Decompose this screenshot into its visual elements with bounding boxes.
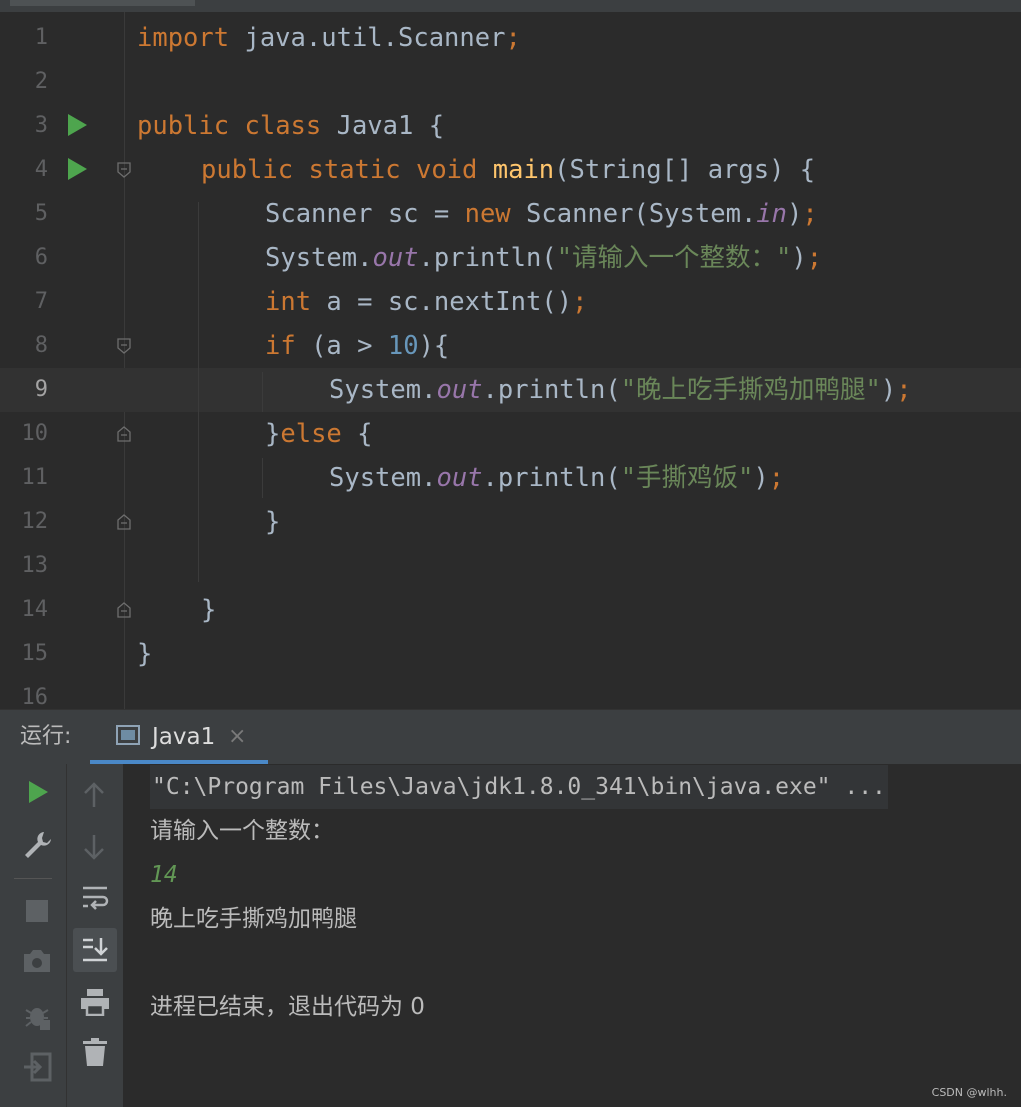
line-number: 13: [21, 553, 49, 578]
fold-close-icon[interactable]: [116, 426, 132, 442]
code-line[interactable]: 6 System.out.println("请输入一个整数：");: [0, 236, 1021, 280]
run-tab-java1[interactable]: Java1 ×: [90, 710, 268, 764]
fold-close-icon[interactable]: [116, 602, 132, 618]
code-text: Scanner sc = new Scanner(System.in);: [265, 199, 818, 229]
arrow-down-icon[interactable]: [83, 834, 105, 860]
code-line[interactable]: 12 }: [0, 500, 1021, 544]
line-number: 10: [21, 421, 49, 446]
camera-icon[interactable]: [22, 948, 52, 974]
code-line[interactable]: 15 }: [0, 632, 1021, 676]
editor-tab-bar: [0, 0, 1021, 12]
console-command-line: "C:\Program Files\Java\jdk1.8.0_341\bin\…: [150, 765, 888, 809]
line-number: 6: [34, 245, 48, 270]
console-icon: [116, 725, 140, 745]
code-line[interactable]: 8 if (a > 10){: [0, 324, 1021, 368]
fold-open-icon[interactable]: [116, 338, 132, 354]
line-number: 7: [34, 289, 48, 314]
line-number: 8: [34, 333, 48, 358]
console-exit-line: 进程已结束，退出代码为 0: [150, 994, 425, 1020]
line-number: 2: [34, 69, 48, 94]
scroll-to-end-icon: [83, 938, 108, 962]
soft-wrap-icon[interactable]: [81, 884, 109, 912]
scroll-to-end-button[interactable]: [73, 928, 117, 972]
toolbar-separator: [14, 878, 52, 879]
code-line[interactable]: 3 public class Java1 {: [0, 104, 1021, 148]
code-text: if (a > 10){: [265, 331, 450, 361]
line-number: 12: [21, 509, 49, 534]
run-panel-label: 运行:: [20, 724, 72, 749]
fold-close-icon[interactable]: [116, 514, 132, 530]
code-line[interactable]: 16: [0, 676, 1021, 709]
code-text: int a = sc.nextInt();: [265, 287, 588, 317]
code-line[interactable]: 10 }else {: [0, 412, 1021, 456]
code-text: }: [201, 595, 217, 625]
code-text: System.out.println("手撕鸡饭");: [329, 463, 785, 493]
code-text: import java.util.Scanner;: [137, 23, 521, 53]
code-line-current[interactable]: 9 System.out.println("晚上吃手撕鸡加鸭腿");: [0, 368, 1021, 412]
line-number: 9: [34, 377, 48, 402]
run-console-output[interactable]: "C:\Program Files\Java\jdk1.8.0_341\bin\…: [124, 764, 1021, 1107]
code-line[interactable]: 7 int a = sc.nextInt();: [0, 280, 1021, 324]
code-line[interactable]: 2: [0, 60, 1021, 104]
stop-icon[interactable]: [26, 900, 48, 922]
code-line[interactable]: 13: [0, 544, 1021, 588]
code-text: }else {: [265, 419, 373, 449]
code-line[interactable]: 5 Scanner sc = new Scanner(System.in);: [0, 192, 1021, 236]
watermark: CSDN @wlhh.: [931, 1086, 1007, 1099]
fold-open-icon[interactable]: [116, 162, 132, 178]
debug-icon[interactable]: [22, 1000, 54, 1032]
code-line[interactable]: 14 }: [0, 588, 1021, 632]
code-text: public static void main(String[] args) {: [201, 155, 816, 185]
line-number: 15: [21, 641, 49, 666]
console-line: 请输入一个整数：: [150, 818, 334, 844]
arrow-up-icon[interactable]: [83, 782, 105, 808]
line-number: 3: [34, 113, 48, 138]
line-number: 14: [21, 597, 49, 622]
trash-icon[interactable]: [83, 1038, 107, 1066]
wrench-icon[interactable]: [22, 830, 52, 860]
close-icon[interactable]: ×: [228, 710, 246, 764]
run-toolbar-primary: [0, 764, 67, 1107]
run-gutter-icon[interactable]: [68, 158, 87, 180]
line-number: 4: [34, 157, 48, 182]
line-number: 5: [34, 201, 48, 226]
code-text: }: [265, 507, 281, 537]
code-text: System.out.println("请输入一个整数：");: [265, 243, 823, 273]
run-toolbar-secondary: [67, 764, 124, 1107]
restore-layout-icon[interactable]: [22, 1052, 52, 1082]
line-number: 11: [21, 465, 49, 490]
code-line[interactable]: 4 public static void main(String[] args)…: [0, 148, 1021, 192]
indent-guide: [262, 372, 263, 412]
indent-guide: [262, 458, 263, 498]
code-text: System.out.println("晚上吃手撕鸡加鸭腿");: [329, 375, 912, 405]
code-text: public class Java1 {: [137, 111, 445, 141]
code-line[interactable]: 11 System.out.println("手撕鸡饭");: [0, 456, 1021, 500]
line-number: 1: [34, 25, 48, 50]
code-line[interactable]: 1 import java.util.Scanner;: [0, 16, 1021, 60]
code-text: }: [137, 639, 153, 669]
run-gutter-icon[interactable]: [68, 114, 87, 136]
print-icon[interactable]: [80, 988, 110, 1016]
rerun-icon[interactable]: [26, 780, 50, 804]
code-editor[interactable]: 1 import java.util.Scanner; 2 3 public c…: [0, 12, 1021, 709]
run-tab-title: Java1: [152, 724, 216, 750]
editor-tab-hint[interactable]: [10, 0, 195, 6]
console-line: 晚上吃手撕鸡加鸭腿: [150, 906, 357, 932]
line-number: 16: [21, 685, 49, 709]
console-user-input: 14: [150, 862, 178, 888]
run-panel-header: 运行: Java1 ×: [0, 709, 1021, 765]
indent-guide: [198, 202, 199, 582]
